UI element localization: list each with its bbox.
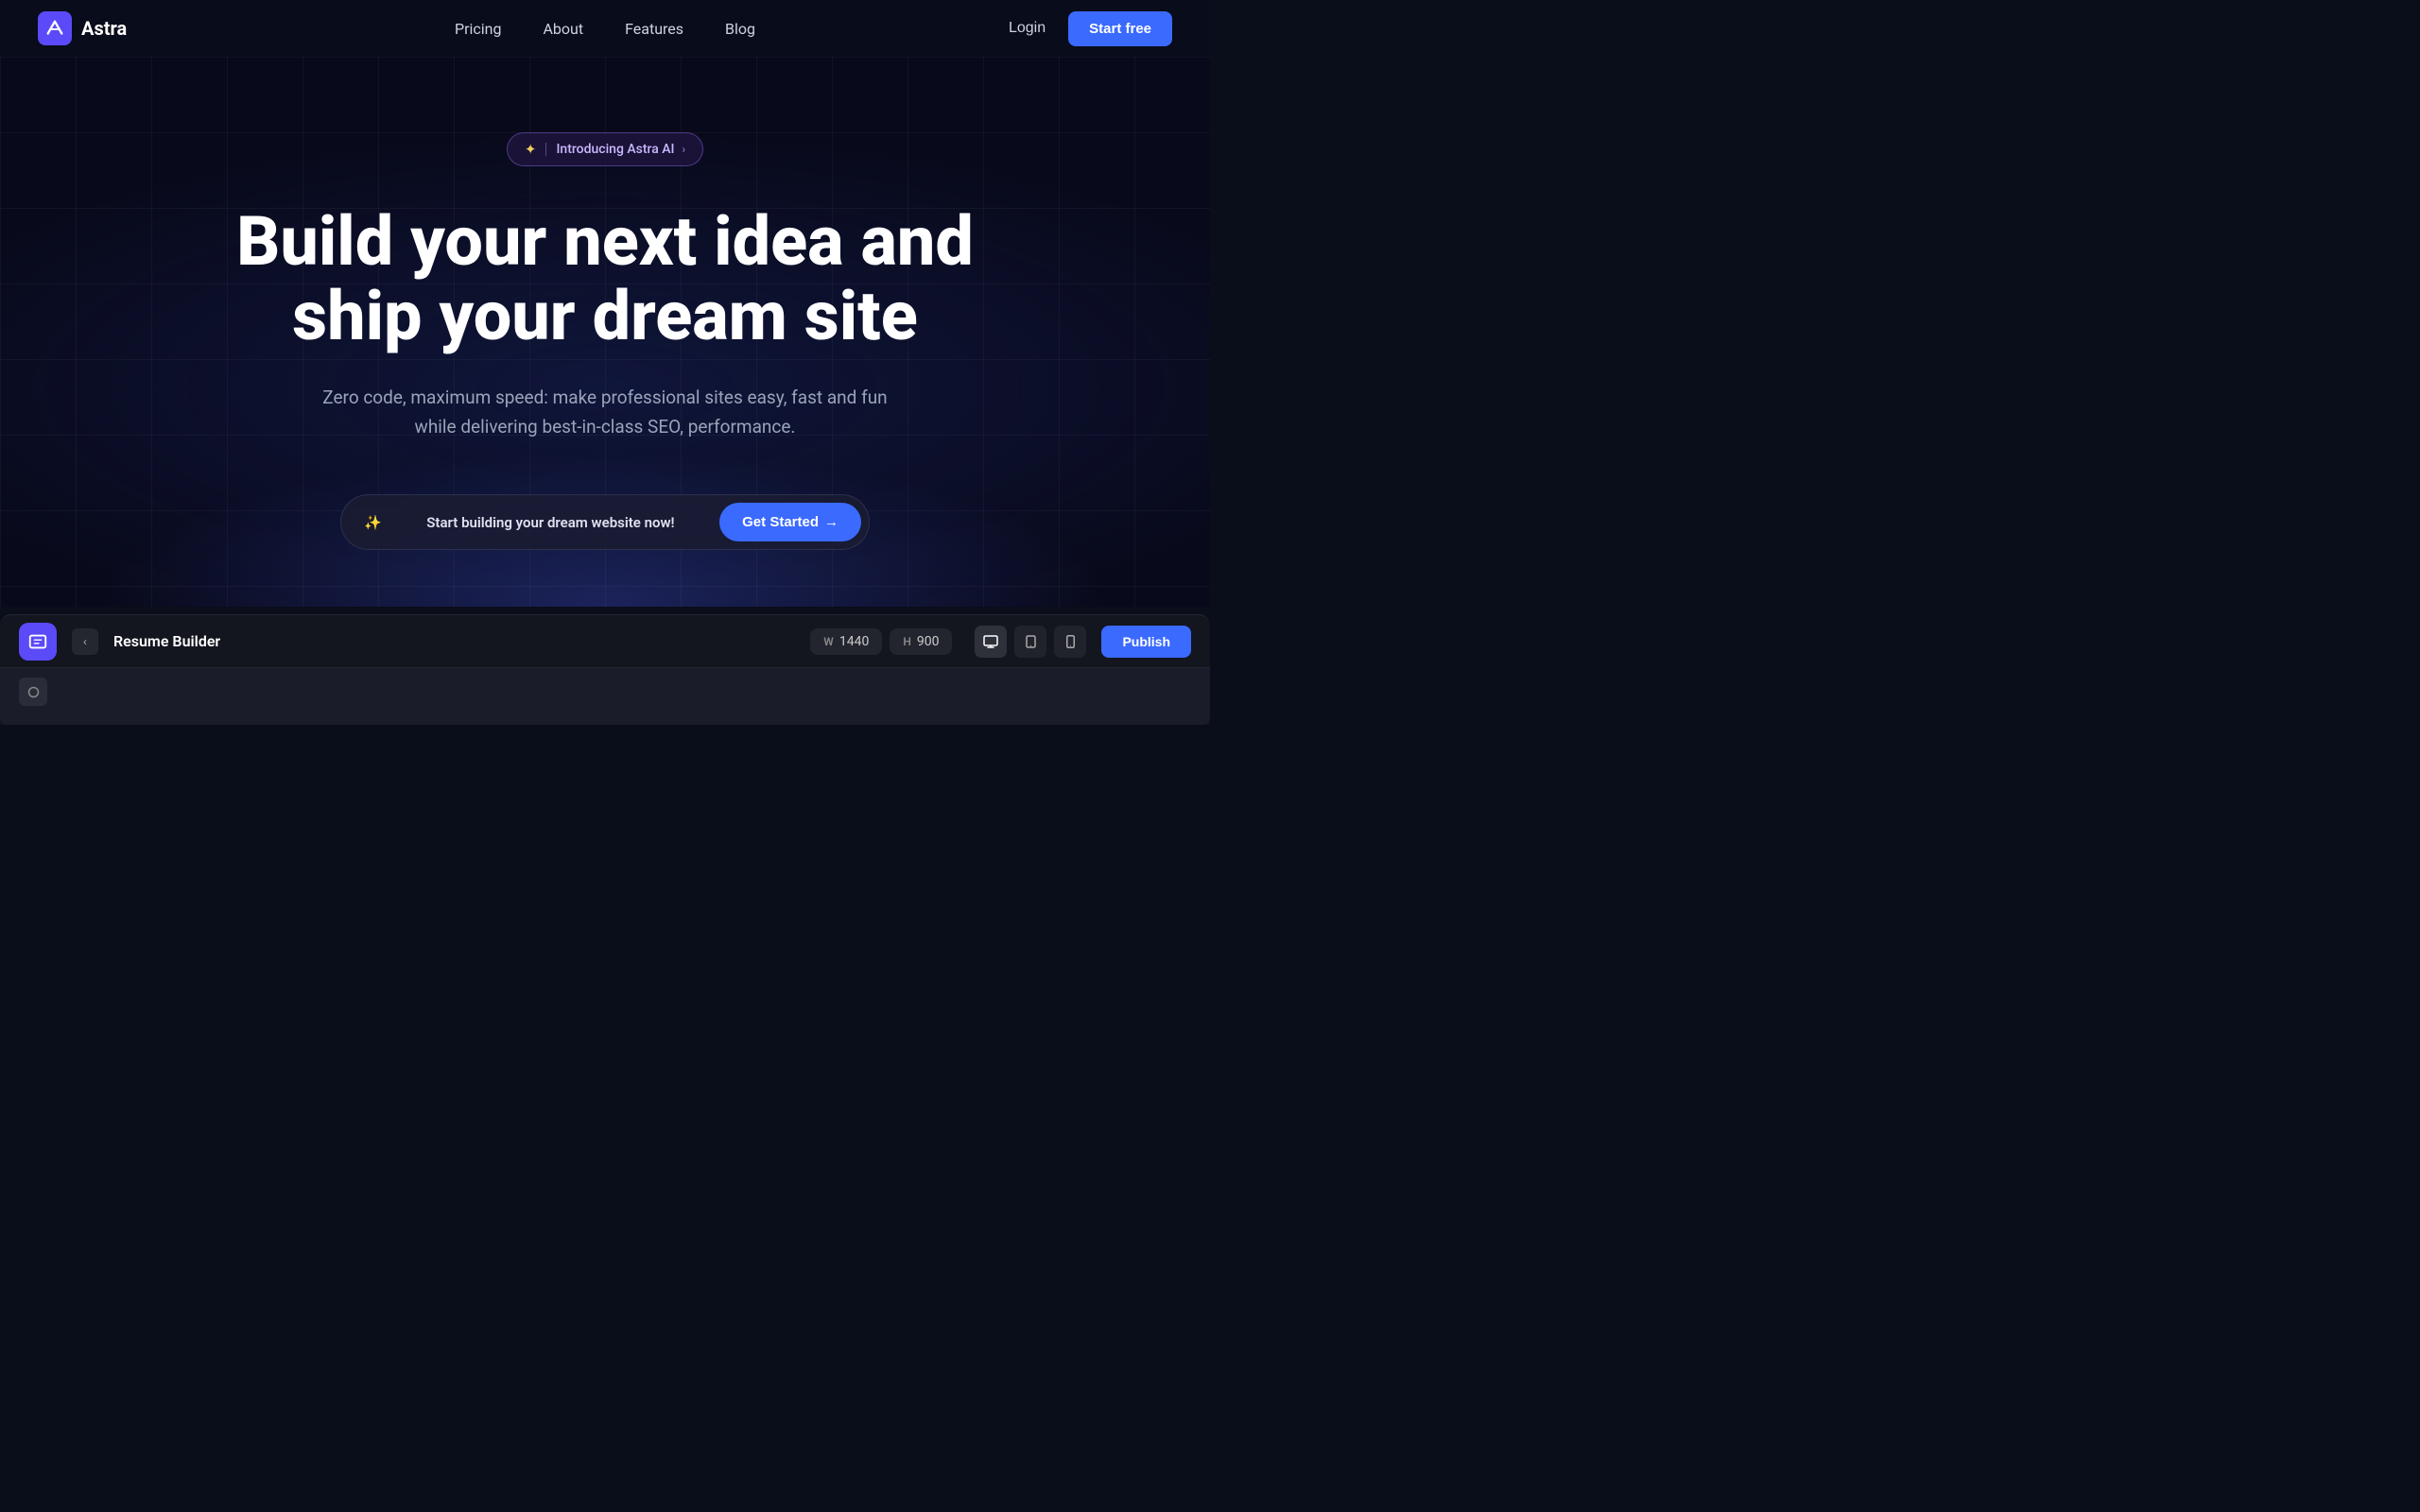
logo[interactable]: Astra [38, 11, 127, 45]
panel-app-icon [19, 623, 57, 661]
cta-bar-text: Start building your dream website now! [426, 514, 674, 531]
panel-title: Resume Builder [113, 632, 795, 650]
badge-text: Introducing Astra AI [556, 142, 674, 157]
panel-dimensions: W 1440 H 900 [810, 628, 952, 655]
panel-width[interactable]: W 1440 [810, 628, 882, 655]
hero-title: Build your next idea and ship your dream… [236, 204, 974, 353]
width-value: 1440 [839, 634, 869, 649]
get-started-button[interactable]: Get Started → [719, 503, 861, 541]
panel-content [0, 668, 1210, 725]
nav-about[interactable]: About [543, 20, 583, 38]
hero-badge[interactable]: ✦ Introducing Astra AI › [507, 132, 703, 166]
view-icons [975, 626, 1086, 658]
nav-pricing[interactable]: Pricing [455, 20, 502, 38]
height-label: H [903, 635, 911, 648]
start-free-button[interactable]: Start free [1068, 11, 1172, 46]
get-started-label: Get Started [742, 514, 819, 530]
hero-section: ✦ Introducing Astra AI › Build your next… [0, 57, 1210, 607]
get-started-arrow-icon: → [824, 514, 838, 530]
hero-title-line1: Build your next idea and [236, 201, 974, 282]
cta-bar: ✨ Start building your dream website now!… [340, 494, 870, 550]
hero-title-line2: ship your dream site [292, 276, 918, 356]
tablet-view-button[interactable] [1014, 626, 1046, 658]
nav-blog[interactable]: Blog [725, 20, 755, 38]
cta-sparkle-icon: ✨ [364, 514, 382, 531]
second-icon-row [0, 668, 1210, 715]
navbar: Astra Pricing About Features Blog Login … [0, 0, 1210, 57]
height-value: 900 [917, 634, 940, 649]
logo-icon [38, 11, 72, 45]
nav-features[interactable]: Features [625, 20, 683, 38]
logo-text: Astra [81, 17, 127, 40]
nav-links: Pricing About Features Blog [455, 20, 755, 38]
nav-actions: Login Start free [1009, 11, 1172, 46]
mobile-view-button[interactable] [1054, 626, 1086, 658]
panel-small-icon-1[interactable] [19, 678, 47, 706]
panel-toolbar: ‹ Resume Builder W 1440 H 900 [0, 615, 1210, 668]
login-button[interactable]: Login [1009, 20, 1046, 37]
badge-chevron-icon: › [683, 143, 686, 156]
panel-back-button[interactable]: ‹ [72, 628, 98, 655]
panel-height[interactable]: H 900 [890, 628, 952, 655]
publish-button[interactable]: Publish [1101, 626, 1191, 658]
width-label: W [823, 635, 834, 648]
hero-subtitle: Zero code, maximum speed: make professio… [321, 384, 889, 441]
badge-divider [545, 143, 546, 156]
badge-sparkle-icon: ✦ [525, 141, 537, 158]
bottom-panel: ‹ Resume Builder W 1440 H 900 [0, 614, 1210, 725]
desktop-view-button[interactable] [975, 626, 1007, 658]
